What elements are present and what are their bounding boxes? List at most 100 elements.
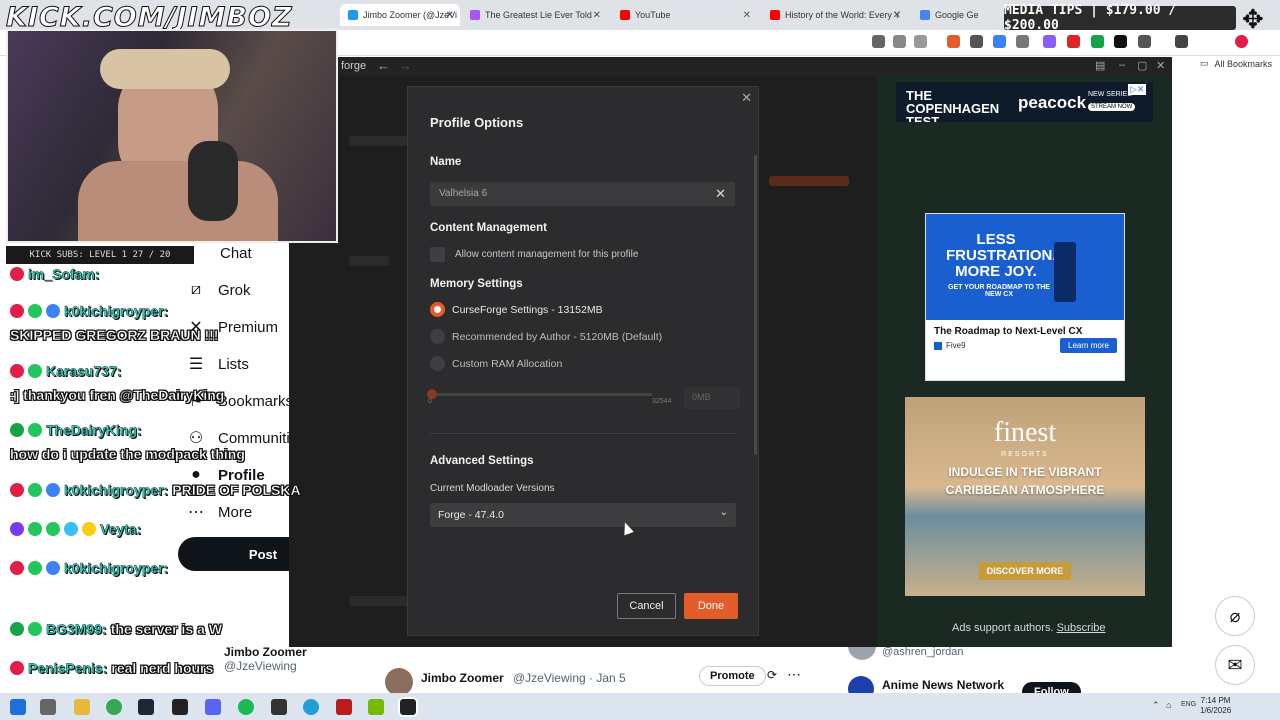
five9-ad[interactable]: LESS FRUSTRATION. MORE JOY. GET YOUR ROA… (925, 213, 1125, 381)
tray-arrow-icon[interactable]: ⌃ (1152, 700, 1160, 711)
chat-message: BG3M99: the server is a W (10, 621, 222, 637)
more-icon[interactable]: ⋯ (787, 666, 801, 683)
install-icon[interactable] (872, 35, 885, 48)
zoom-icon[interactable] (893, 35, 906, 48)
radio-custom-ram[interactable]: Custom RAM Allocation (430, 356, 562, 371)
radio-unselected[interactable] (430, 329, 445, 344)
peacock-ad[interactable]: THE COPENHAGEN TEST peacock NEW SERIES S… (896, 82, 1153, 122)
extension-icon[interactable] (1043, 35, 1056, 48)
tab-google-gemini[interactable]: Google Ge (912, 4, 1002, 26)
close-icon[interactable]: ✕ (1156, 59, 1165, 72)
radio-selected[interactable] (430, 302, 445, 317)
clear-icon[interactable]: ✕ (715, 186, 726, 202)
messages-icon[interactable]: ✉ (1215, 645, 1255, 685)
close-tab-icon[interactable]: ✕ (743, 10, 751, 21)
file-explorer-icon[interactable] (74, 699, 90, 715)
nav-lists[interactable]: ☰ Lists (186, 354, 249, 374)
puzzle-icon[interactable] (1138, 35, 1151, 48)
grok-icon[interactable]: ⟳ (767, 668, 777, 682)
back-arrow-icon[interactable]: ← (377, 58, 390, 73)
chevron-down-icon: ⌄ (719, 507, 728, 518)
task-view-icon[interactable] (40, 699, 56, 715)
app-icon[interactable] (336, 699, 352, 715)
extension-icon[interactable] (993, 35, 1006, 48)
cancel-button[interactable]: Cancel (617, 593, 676, 619)
tab-twitter[interactable]: Jimbo Zoomer (@JzeVi ✕ (340, 4, 460, 26)
spotify-icon[interactable] (238, 699, 254, 715)
steam-icon[interactable] (138, 699, 154, 715)
tab-greatest-lie[interactable]: The Greatest Lie Ever Told - ✕ (462, 4, 607, 26)
close-tab-icon[interactable]: ✕ (446, 10, 454, 21)
telegram-icon[interactable] (303, 699, 319, 715)
scrollbar[interactable] (754, 155, 757, 455)
close-icon[interactable]: ✕ (741, 90, 752, 106)
extension-icon[interactable] (1016, 35, 1029, 48)
user-badge-icon (10, 483, 24, 497)
nvidia-icon[interactable] (368, 699, 384, 715)
grok-icon[interactable]: ⌀ (1215, 596, 1255, 636)
sword-badge-icon (46, 561, 60, 575)
radio-recommended[interactable]: Recommended by Author - 5120MB (Default) (430, 329, 662, 344)
name-heading: Name (430, 156, 462, 168)
nav-communities[interactable]: ⚇ Communities (186, 428, 306, 448)
discover-more-button[interactable]: DISCOVER MORE (979, 562, 1071, 580)
sub-badge-icon (28, 304, 42, 318)
forward-arrow-icon[interactable]: → (399, 58, 412, 73)
app-icon[interactable] (271, 699, 287, 715)
done-button[interactable]: Done (684, 593, 738, 619)
divider (430, 433, 737, 434)
chat-message: TheDairyKing: (10, 422, 142, 438)
start-icon[interactable] (10, 699, 26, 715)
modloader-select[interactable]: Forge - 47.4.0 ⌄ (430, 503, 736, 527)
close-tab-icon[interactable]: ✕ (593, 10, 601, 21)
radio-unselected[interactable] (430, 356, 445, 371)
radio-curseforge-settings[interactable]: CurseForge Settings - 13152MB (430, 302, 603, 317)
twitter-favicon-icon (348, 10, 358, 20)
nav-more[interactable]: ⋯ More (186, 502, 252, 522)
nav-chat[interactable]: Chat (220, 245, 252, 262)
network-icon[interactable]: ⌂ (1166, 700, 1171, 710)
language-indicator[interactable]: ENG (1181, 701, 1196, 708)
ram-input[interactable]: 0MB (684, 387, 740, 409)
subscribe-link[interactable]: Subscribe (1057, 622, 1106, 634)
star-icon[interactable] (914, 35, 927, 48)
menu-icon[interactable]: ▤ (1095, 59, 1105, 72)
kick-subs-goal: KICK SUBS: LEVEL 1 27 / 20 (6, 246, 194, 264)
nav-grok[interactable]: ⧄ Grok (186, 280, 251, 300)
discord-icon[interactable] (205, 699, 221, 715)
close-tab-icon[interactable]: ✕ (893, 10, 901, 21)
ad-choices-icon[interactable]: ▷✕ (1128, 84, 1147, 95)
checkbox[interactable] (430, 247, 445, 262)
profile-options-dialog: ✕ Profile Options Name Valhelsia 6 ✕ Con… (407, 86, 759, 636)
chrome-icon[interactable] (106, 699, 122, 715)
sub-badge-icon (28, 483, 42, 497)
minimize-icon[interactable]: – (1119, 59, 1125, 71)
extension-icon[interactable] (1091, 35, 1104, 48)
extension-icon[interactable] (970, 35, 983, 48)
content-management-checkbox[interactable]: Allow content management for this profil… (430, 247, 638, 262)
user-badge-icon (10, 267, 24, 281)
content-management-heading: Content Management (430, 222, 547, 234)
sword-badge-icon (46, 483, 60, 497)
chat-message: k0kichigroyper: PRIDE OF POLSKA (10, 482, 301, 498)
chat-message-text: :] thankyou fren @TheDairyKing (10, 387, 225, 403)
x-icon[interactable] (1114, 35, 1127, 48)
extension-icon[interactable] (947, 35, 960, 48)
verified-badge-icon (28, 522, 42, 536)
system-clock[interactable]: 7:14 PM 1/6/2026 (1200, 696, 1231, 716)
promote-button[interactable]: Promote (699, 666, 766, 686)
tab-history[interactable]: History of the World: Every Y ✕ (762, 4, 907, 26)
profile-name-input[interactable]: Valhelsia 6 ✕ (430, 182, 735, 206)
maximize-icon[interactable]: ▢ (1137, 59, 1147, 72)
tab-youtube[interactable]: YouTube ✕ (612, 4, 757, 26)
avatar[interactable] (1235, 35, 1248, 48)
app-icon[interactable] (172, 699, 188, 715)
youtube-favicon-icon (770, 10, 780, 20)
learn-more-button[interactable]: Learn more (1060, 338, 1117, 353)
finest-resorts-ad[interactable]: finest RESORTS INDULGE IN THE VIBRANT CA… (905, 397, 1145, 596)
ram-slider[interactable] (427, 389, 652, 399)
all-bookmarks[interactable]: ▭ All Bookmarks (1200, 58, 1272, 69)
curseforge-taskbar-icon[interactable] (398, 697, 418, 717)
sidepanel-icon[interactable] (1175, 35, 1188, 48)
extension-icon[interactable] (1067, 35, 1080, 48)
